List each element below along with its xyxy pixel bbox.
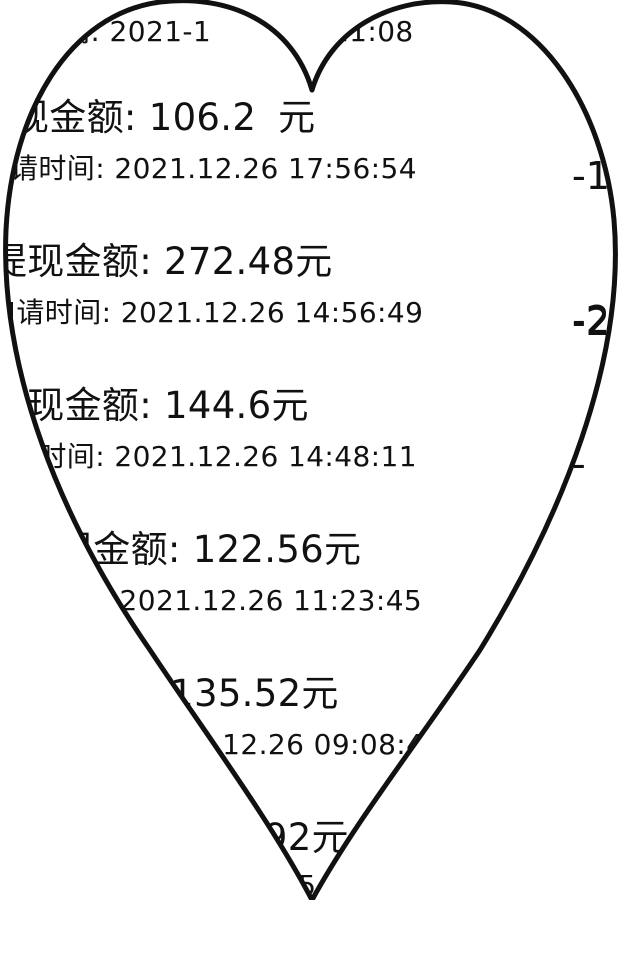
request-time-value: 2021.12.26 14:56:49 [120,296,424,329]
request-time-label: 申请时间: [0,296,112,329]
request-time-value: 25 [280,869,317,902]
request-time-label: 请时间: [10,152,106,185]
request-time-label: 间: [72,584,111,617]
withdrawal-amount-value: 122.56元 [192,528,362,571]
withdrawal-amount-line: 现金额: 122.56元 [56,530,361,570]
withdrawal-record[interactable]: 现金额: 106.2 元 请时间: 2021.12.26 17:56:54 -1 [0,98,621,238]
withdrawal-amount-line: 提现金额: 272.48元 [0,242,333,282]
withdrawal-amount-value: 272.48元 [164,240,333,283]
request-time-label: 间: [62,15,101,48]
withdrawal-record-list: 间: 2021-1 :11:08 现金额: 106.2 元 请时间: 2021.12… [0,0,621,902]
request-time-line: 间: 2021.12.26 11:23:45 [72,585,422,617]
withdrawal-record[interactable]: 现金额: 122.56元 间: 2021.12.26 11:23:45 [0,530,621,670]
withdrawal-amount-label: 现金额: [56,528,181,571]
request-time-value-tail: :11:08 [321,15,414,48]
request-time-line: 间: 2021-1 :11:08 [62,16,414,48]
request-time-value: 2021.12.26 09:08:49 [140,728,443,761]
request-time-line: 申请时间: 2021.12.26 14:56:49 [0,297,423,329]
withdrawal-amount-line: 现金额: 106.2 元 [12,98,315,138]
withdrawal-amount-value: 135.52元 [170,672,339,715]
withdrawal-amount-tail: 元 [278,96,316,139]
request-time-value: 2021.12.26 17:56:54 [114,152,417,185]
request-time-line: 2021.12.26 09:08:49 [140,729,443,761]
withdrawal-amount-value: 144.6元 [164,384,309,427]
request-time-line: 25 [280,870,316,902]
withdrawal-record[interactable]: 提现金额: 272.48元 申请时间: 2021.12.26 14:56:49 … [0,242,621,382]
withdrawal-amount-value: 9.92元 [228,816,349,859]
withdrawal-amount-label: 额: [108,672,159,715]
amount-change: -2 [572,300,610,344]
request-time-line: 请时间: 2021.12.26 14:48:11 [10,441,417,473]
withdrawal-amount-line: 提现金额: 144.6元 [0,386,309,426]
request-time-label: 请时间: [10,440,106,473]
withdrawal-amount-label: 提现金额: [0,384,152,427]
withdrawal-record[interactable]: 提现金额: 144.6元 请时间: 2021.12.26 14:48:11 - [0,386,621,526]
withdrawal-record[interactable]: 额: 135.52元 2021.12.26 09:08:49 [0,674,621,814]
request-time-line: 请时间: 2021.12.26 17:56:54 [10,153,417,185]
withdrawal-amount-label: 现金额: [12,96,137,139]
withdrawal-record[interactable]: 9.92元 25 [0,818,621,958]
withdrawal-amount-line: 9.92元 [228,818,349,858]
withdrawal-amount-value: 106.2 [148,96,257,139]
withdrawal-amount-line: 额: 135.52元 [108,674,339,714]
request-time-value: 2021.12.26 11:23:45 [119,584,423,617]
withdrawal-amount-label: 提现金额: [0,240,152,283]
withdrawal-history-screen: 间: 2021-1 :11:08 现金额: 106.2 元 请时间: 2021.12… [0,0,621,902]
amount-change: -1 [572,154,610,198]
request-time-value: 2021-1 [109,15,212,48]
amount-change: - [572,442,586,486]
request-time-value: 2021.12.26 14:48:11 [114,440,417,473]
